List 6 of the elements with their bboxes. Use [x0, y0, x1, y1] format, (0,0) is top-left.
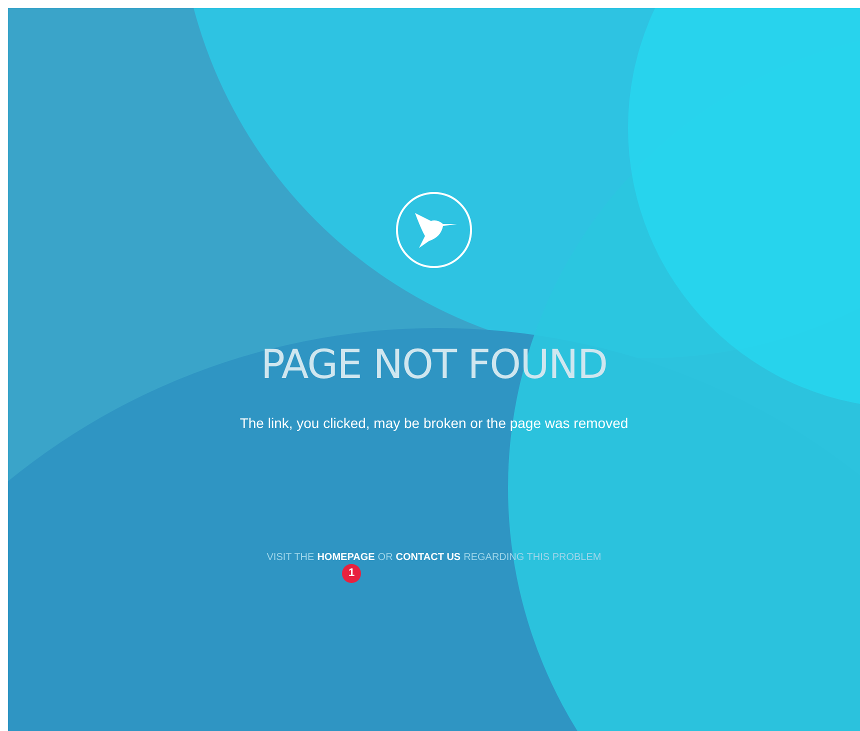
text-link[interactable]: HOMEPAGE: [317, 550, 375, 565]
hummingbird-logo-icon: [395, 191, 473, 269]
text-link[interactable]: CONTACT US: [396, 550, 461, 565]
error-message: The link, you clicked, may be broken or the page was removed: [240, 414, 628, 433]
help-text: VISIT THE HOMEPAGE OR CONTACT US REGARDING THIS PROBLEM: [266, 550, 602, 565]
page-title: PAGE NOT FOUND: [260, 343, 608, 387]
